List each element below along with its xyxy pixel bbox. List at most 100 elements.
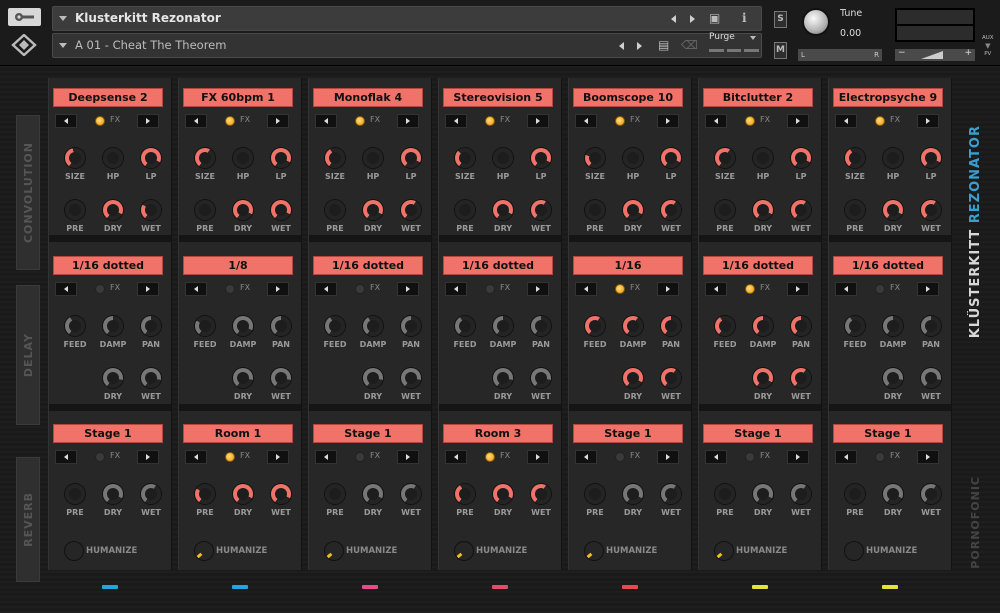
- delay-fx-led[interactable]: [225, 284, 235, 294]
- reverb-fx-led[interactable]: [95, 452, 105, 462]
- convolution-pre-knob[interactable]: [195, 200, 215, 220]
- convolution-dry-knob[interactable]: [493, 200, 513, 220]
- next-preset-icon[interactable]: [637, 42, 642, 50]
- convolution-hp-knob[interactable]: [883, 148, 903, 168]
- delay-feed-knob[interactable]: [845, 316, 865, 336]
- convolution-next-icon[interactable]: [787, 114, 809, 128]
- reverb-fx-led[interactable]: [875, 452, 885, 462]
- convolution-size-knob[interactable]: [195, 148, 215, 168]
- delay-fx-led[interactable]: [355, 284, 365, 294]
- delay-damp-knob[interactable]: [103, 316, 123, 336]
- delay-prev-icon[interactable]: [55, 282, 77, 296]
- reverb-wet-knob[interactable]: [661, 484, 681, 504]
- tune-knob[interactable]: [802, 8, 830, 36]
- reverb-prev-icon[interactable]: [315, 450, 337, 464]
- convolution-wet-knob[interactable]: [791, 200, 811, 220]
- humanize-knob[interactable]: [715, 542, 733, 560]
- delay-damp-knob[interactable]: [233, 316, 253, 336]
- delay-wet-knob[interactable]: [141, 368, 161, 388]
- convolution-wet-knob[interactable]: [531, 200, 551, 220]
- convolution-fx-led[interactable]: [485, 116, 495, 126]
- delay-wet-knob[interactable]: [271, 368, 291, 388]
- convolution-dry-knob[interactable]: [623, 200, 643, 220]
- reverb-dry-knob[interactable]: [883, 484, 903, 504]
- delay-next-icon[interactable]: [397, 282, 419, 296]
- reverb-wet-knob[interactable]: [791, 484, 811, 504]
- reverb-wet-knob[interactable]: [141, 484, 161, 504]
- reverb-fx-led[interactable]: [355, 452, 365, 462]
- reverb-pre-knob[interactable]: [195, 484, 215, 504]
- reverb-pre-knob[interactable]: [845, 484, 865, 504]
- instrument-menu-caret-icon[interactable]: [59, 16, 67, 21]
- reverb-next-icon[interactable]: [527, 450, 549, 464]
- convolution-prev-icon[interactable]: [185, 114, 207, 128]
- reverb-next-icon[interactable]: [787, 450, 809, 464]
- delay-dry-knob[interactable]: [103, 368, 123, 388]
- convolution-hp-knob[interactable]: [623, 148, 643, 168]
- convolution-wet-knob[interactable]: [921, 200, 941, 220]
- delay-feed-knob[interactable]: [325, 316, 345, 336]
- reverb-dry-knob[interactable]: [753, 484, 773, 504]
- convolution-lp-knob[interactable]: [921, 148, 941, 168]
- solo-button[interactable]: S: [774, 11, 787, 28]
- convolution-next-icon[interactable]: [917, 114, 939, 128]
- convolution-size-knob[interactable]: [325, 148, 345, 168]
- humanize-knob[interactable]: [585, 542, 603, 560]
- reverb-dry-knob[interactable]: [103, 484, 123, 504]
- delay-dry-knob[interactable]: [753, 368, 773, 388]
- convolution-dry-knob[interactable]: [883, 200, 903, 220]
- reverb-wet-knob[interactable]: [531, 484, 551, 504]
- reverb-next-icon[interactable]: [137, 450, 159, 464]
- convolution-size-knob[interactable]: [715, 148, 735, 168]
- convolution-prev-icon[interactable]: [55, 114, 77, 128]
- convolution-fx-led[interactable]: [225, 116, 235, 126]
- convolution-hp-knob[interactable]: [103, 148, 123, 168]
- delay-damp-knob[interactable]: [493, 316, 513, 336]
- delay-prev-icon[interactable]: [445, 282, 467, 296]
- delay-preset-button[interactable]: 1/16 dotted: [703, 256, 813, 275]
- prev-preset-icon[interactable]: [619, 42, 624, 50]
- convolution-lp-knob[interactable]: [271, 148, 291, 168]
- convolution-fx-led[interactable]: [875, 116, 885, 126]
- reverb-dry-knob[interactable]: [623, 484, 643, 504]
- pan-slider[interactable]: L R: [798, 49, 882, 61]
- humanize-knob[interactable]: [65, 542, 83, 560]
- delay-next-icon[interactable]: [137, 282, 159, 296]
- trash-icon[interactable]: ⌫: [681, 38, 698, 52]
- convolution-preset-button[interactable]: Bitclutter 2: [703, 88, 813, 107]
- delay-preset-button[interactable]: 1/16: [573, 256, 683, 275]
- convolution-fx-led[interactable]: [355, 116, 365, 126]
- convolution-wet-knob[interactable]: [401, 200, 421, 220]
- reverb-prev-icon[interactable]: [55, 450, 77, 464]
- convolution-pre-knob[interactable]: [715, 200, 735, 220]
- reverb-fx-led[interactable]: [615, 452, 625, 462]
- wrench-button[interactable]: [8, 8, 41, 26]
- reverb-wet-knob[interactable]: [271, 484, 291, 504]
- convolution-dry-knob[interactable]: [363, 200, 383, 220]
- reverb-pre-knob[interactable]: [65, 484, 85, 504]
- delay-next-icon[interactable]: [787, 282, 809, 296]
- convolution-preset-button[interactable]: Monoflak 4: [313, 88, 423, 107]
- reverb-prev-icon[interactable]: [705, 450, 727, 464]
- convolution-wet-knob[interactable]: [661, 200, 681, 220]
- delay-fx-led[interactable]: [875, 284, 885, 294]
- reverb-dry-knob[interactable]: [233, 484, 253, 504]
- reverb-fx-led[interactable]: [745, 452, 755, 462]
- reverb-next-icon[interactable]: [397, 450, 419, 464]
- convolution-prev-icon[interactable]: [575, 114, 597, 128]
- delay-wet-knob[interactable]: [531, 368, 551, 388]
- convolution-hp-knob[interactable]: [363, 148, 383, 168]
- convolution-dry-knob[interactable]: [103, 200, 123, 220]
- reverb-fx-led[interactable]: [225, 452, 235, 462]
- delay-feed-knob[interactable]: [65, 316, 85, 336]
- convolution-fx-led[interactable]: [95, 116, 105, 126]
- humanize-knob[interactable]: [455, 542, 473, 560]
- delay-wet-knob[interactable]: [401, 368, 421, 388]
- convolution-preset-button[interactable]: Deepsense 2: [53, 88, 163, 107]
- reverb-wet-knob[interactable]: [921, 484, 941, 504]
- delay-fx-led[interactable]: [95, 284, 105, 294]
- convolution-dry-knob[interactable]: [753, 200, 773, 220]
- reverb-pre-knob[interactable]: [325, 484, 345, 504]
- convolution-next-icon[interactable]: [137, 114, 159, 128]
- delay-preset-button[interactable]: 1/16 dotted: [53, 256, 163, 275]
